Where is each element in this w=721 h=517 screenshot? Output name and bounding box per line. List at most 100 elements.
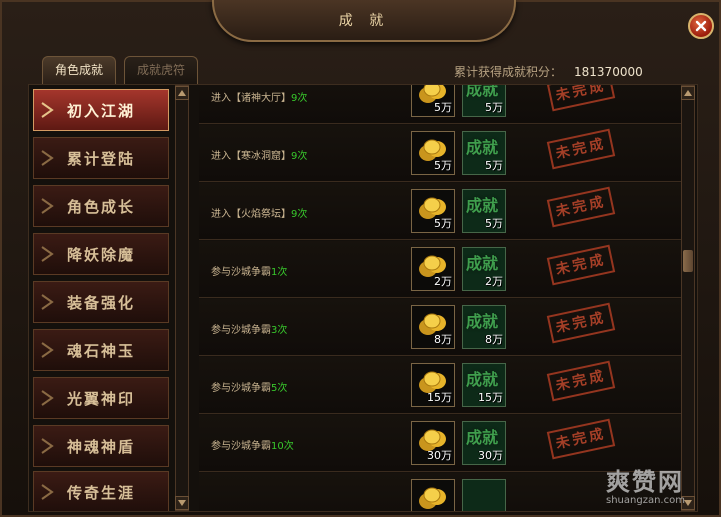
category-label: 神魂神盾 [66, 437, 135, 456]
category-label: 初入江湖 [66, 101, 135, 120]
triangle-up-icon [684, 90, 692, 96]
incomplete-stamp: 未完成 [546, 128, 616, 170]
chevron-right-icon [41, 150, 54, 166]
category-item[interactable]: 累计登陆 [33, 137, 169, 179]
achievement-points-label: 成就 [466, 428, 499, 447]
incomplete-stamp: 未完成 [546, 360, 616, 402]
watermark: 爽赞网 shuangzan.com [606, 462, 716, 506]
category-label: 光翼神印 [66, 389, 135, 408]
category-item[interactable]: 神魂神盾 [33, 425, 169, 467]
reward-coin-slot[interactable] [411, 479, 455, 511]
achievement-count: 9次 [291, 209, 308, 220]
achievement-points-label: 成就 [466, 85, 499, 99]
watermark-title: 爽赞网 [606, 468, 684, 496]
category-list: 初入江湖 累计登陆 角色成长 降妖除魔 装备强化 魂石神玉 光翼神印 神魂神盾 … [29, 85, 175, 511]
category-scrollbar[interactable] [175, 85, 189, 511]
achievement-row: 参与沙城争霸1次 2万 成就 2万 未完成 [199, 241, 681, 298]
achievement-text: 参与沙城争霸5次 [211, 383, 288, 394]
category-item[interactable]: 初入江湖 [33, 89, 169, 131]
achievement-list: 进入【诸神大厅】9次 5万 成就 5万 未完成 进入【寒冰洞窟】9次 5万 成就… [199, 85, 681, 511]
scroll-up-button[interactable] [175, 86, 189, 100]
scroll-down-button[interactable] [175, 496, 189, 510]
coin-qty: 15万 [427, 391, 452, 404]
scroll-thumb[interactable] [683, 250, 693, 272]
coin-qty: 2万 [434, 275, 452, 288]
achievement-count: 9次 [291, 151, 308, 162]
achievement-window: 成 就 角色成就 成就虎符 累计获得成就积分： 181370000 初入江湖 累计… [0, 0, 721, 517]
reward-achievement-slot[interactable]: 成就 2万 [462, 247, 506, 291]
content-panel: 初入江湖 累计登陆 角色成长 降妖除魔 装备强化 魂石神玉 光翼神印 神魂神盾 … [28, 84, 698, 512]
coin-qty: 5万 [434, 101, 452, 114]
gold-coin-icon [419, 487, 446, 509]
coin-qty: 5万 [434, 159, 452, 172]
chevron-right-icon [41, 294, 54, 310]
category-label: 降妖除魔 [66, 245, 135, 264]
scroll-up-button[interactable] [681, 86, 695, 100]
achievement-text: 进入【诸神大厅】9次 [211, 93, 308, 104]
achievement-text: 进入【寒冰洞窟】9次 [211, 151, 308, 162]
category-item[interactable]: 传奇生涯 [33, 471, 169, 511]
coin-qty: 5万 [434, 217, 452, 230]
achievement-scrollbar[interactable] [681, 85, 695, 511]
category-item[interactable]: 魂石神玉 [33, 329, 169, 371]
achievement-qty: 5万 [485, 217, 503, 230]
tab-role-achievements[interactable]: 角色成就 [42, 56, 116, 84]
score-label: 累计获得成就积分： [454, 65, 563, 79]
reward-coin-slot[interactable]: 30万 [411, 421, 455, 465]
chevron-right-icon [41, 438, 54, 454]
achievement-text: 参与沙城争霸10次 [211, 441, 294, 452]
score-value: 181370000 [574, 65, 643, 79]
reward-coin-slot[interactable]: 5万 [411, 189, 455, 233]
chevron-right-icon [41, 198, 54, 214]
achievement-qty: 8万 [485, 333, 503, 346]
coin-qty: 30万 [427, 449, 452, 462]
chevron-right-icon [41, 390, 54, 406]
reward-achievement-slot[interactable] [462, 479, 506, 511]
achievement-qty: 15万 [478, 391, 503, 404]
coin-qty: 8万 [434, 333, 452, 346]
achievement-count: 3次 [271, 325, 288, 336]
category-label: 传奇生涯 [66, 483, 135, 502]
reward-coin-slot[interactable]: 15万 [411, 363, 455, 407]
category-item[interactable]: 角色成长 [33, 185, 169, 227]
reward-coin-slot[interactable]: 5万 [411, 131, 455, 175]
reward-achievement-slot[interactable]: 成就 5万 [462, 189, 506, 233]
incomplete-stamp: 未完成 [546, 302, 616, 344]
tab-achievement-tally[interactable]: 成就虎符 [124, 56, 198, 84]
close-button[interactable] [688, 13, 714, 39]
reward-coin-slot[interactable]: 8万 [411, 305, 455, 349]
achievement-points-label: 成就 [466, 196, 499, 215]
category-item[interactable]: 光翼神印 [33, 377, 169, 419]
triangle-up-icon [178, 90, 186, 96]
achievement-score: 累计获得成就积分： 181370000 [454, 63, 643, 80]
chevron-right-icon [41, 342, 54, 358]
achievement-row: 进入【诸神大厅】9次 5万 成就 5万 未完成 [199, 85, 681, 124]
reward-achievement-slot[interactable]: 成就 8万 [462, 305, 506, 349]
incomplete-stamp: 未完成 [546, 85, 616, 112]
achievement-row: 进入【火焰祭坛】9次 5万 成就 5万 未完成 [199, 183, 681, 240]
achievement-text: 参与沙城争霸3次 [211, 325, 288, 336]
reward-achievement-slot[interactable]: 成就 5万 [462, 131, 506, 175]
incomplete-stamp: 未完成 [546, 418, 616, 460]
achievement-text: 参与沙城争霸1次 [211, 267, 288, 278]
achievement-row: 进入【寒冰洞窟】9次 5万 成就 5万 未完成 [199, 125, 681, 182]
category-label: 累计登陆 [66, 149, 135, 168]
category-label: 角色成长 [66, 197, 135, 216]
category-item[interactable]: 降妖除魔 [33, 233, 169, 275]
chevron-right-icon [41, 102, 54, 118]
achievement-points-label: 成就 [466, 312, 499, 331]
achievement-count: 9次 [291, 93, 308, 104]
reward-coin-slot[interactable]: 5万 [411, 85, 455, 117]
close-icon [695, 20, 707, 32]
category-label: 装备强化 [66, 293, 135, 312]
category-item[interactable]: 装备强化 [33, 281, 169, 323]
reward-coin-slot[interactable]: 2万 [411, 247, 455, 291]
achievement-qty: 2万 [485, 275, 503, 288]
reward-achievement-slot[interactable]: 成就 5万 [462, 85, 506, 117]
achievement-count: 10次 [271, 441, 294, 452]
achievement-points-label: 成就 [466, 254, 499, 273]
chevron-right-icon [41, 484, 54, 500]
reward-achievement-slot[interactable]: 成就 15万 [462, 363, 506, 407]
incomplete-stamp: 未完成 [546, 244, 616, 286]
reward-achievement-slot[interactable]: 成就 30万 [462, 421, 506, 465]
